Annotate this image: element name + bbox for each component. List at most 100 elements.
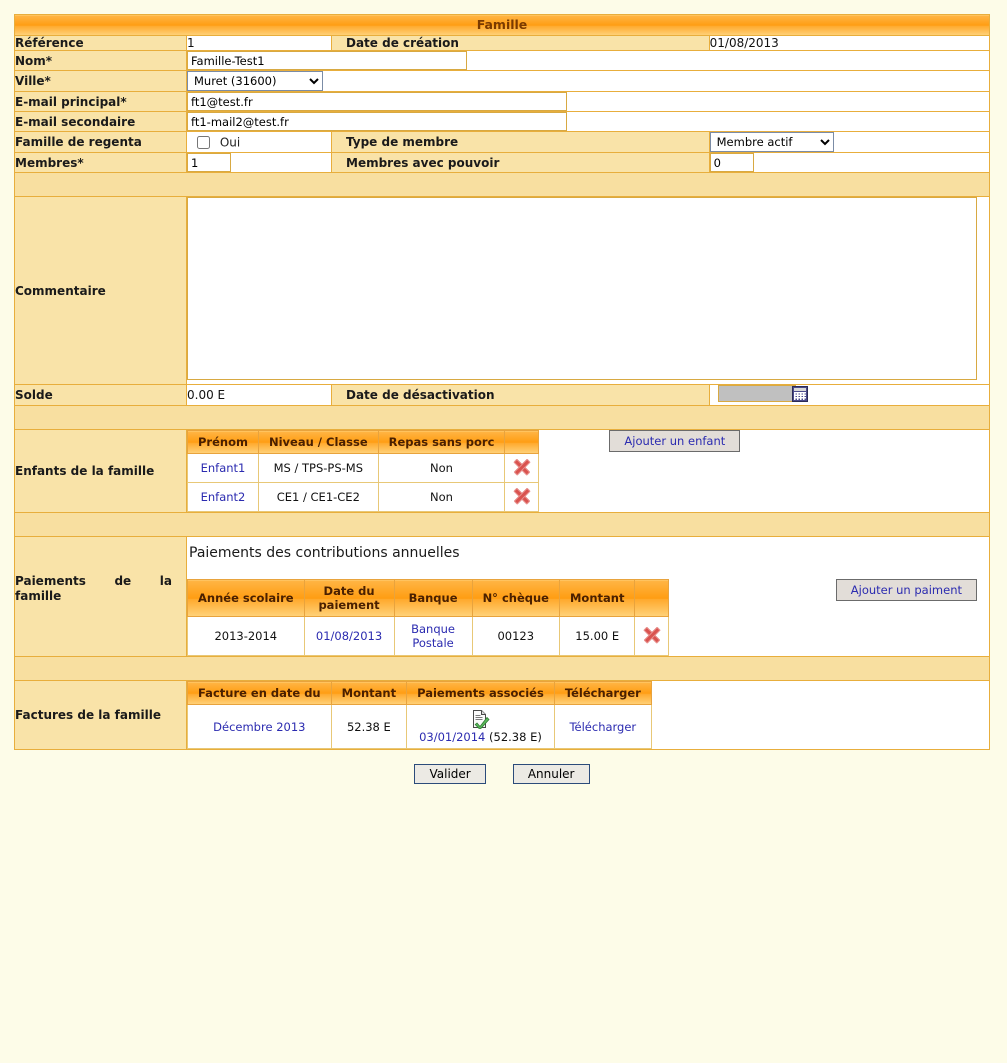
- factures-header-row: Facture en date du Montant Paiements ass…: [188, 682, 652, 705]
- enfants-header-row: Prénom Niveau / Classe Repas sans porc: [188, 431, 539, 454]
- cell-enfants: Prénom Niveau / Classe Repas sans porc E…: [187, 430, 990, 513]
- cell-type-membre: Membre actif: [709, 132, 989, 153]
- row-nom: Nom*: [15, 51, 990, 71]
- row-solde: Solde 0.00 E Date de désactivation: [15, 385, 990, 406]
- table-row: Enfant2 CE1 / CE1-CE2 Non: [188, 483, 539, 512]
- commentaire-textarea[interactable]: [187, 197, 977, 380]
- value-reference: 1: [187, 36, 332, 51]
- cell-montant: 15.00 E: [559, 617, 634, 656]
- cell-delete: [505, 454, 539, 483]
- col-enfant-actions: [505, 431, 539, 454]
- email-principal-input[interactable]: [187, 92, 567, 111]
- cell-facture-montant: 52.38 E: [331, 705, 406, 749]
- value-date-creation: 01/08/2013: [709, 36, 989, 51]
- value-solde: 0.00 E: [187, 385, 332, 406]
- label-email-principal: E-mail principal*: [15, 92, 187, 112]
- facture-link[interactable]: Décembre 2013: [213, 720, 305, 734]
- col-facture-date: Facture en date du: [188, 682, 332, 705]
- row-factures: Factures de la famille Facture en date d…: [15, 681, 990, 750]
- cell-ville: Muret (31600): [187, 71, 990, 92]
- cell-factures: Facture en date du Montant Paiements ass…: [187, 681, 990, 750]
- add-child-button[interactable]: Ajouter un enfant: [609, 430, 740, 452]
- label-reference: Référence: [15, 36, 187, 51]
- paiement-associe-link[interactable]: 03/01/2014: [419, 730, 485, 744]
- paiements-layout: Année scolaire Date du paiement Banque N…: [187, 579, 977, 656]
- delete-x-icon[interactable]: [513, 458, 530, 475]
- col-niveau-classe: Niveau / Classe: [258, 431, 378, 454]
- spacer-cell: [15, 406, 990, 430]
- type-membre-select[interactable]: Membre actif: [710, 132, 834, 152]
- banque-link[interactable]: Banque Postale: [411, 622, 455, 650]
- cell-email-secondaire: [187, 112, 990, 132]
- ville-select[interactable]: Muret (31600): [187, 71, 323, 91]
- row-ville: Ville* Muret (31600): [15, 71, 990, 92]
- col-paiements-associes: Paiements associés: [407, 682, 555, 705]
- add-payment-button[interactable]: Ajouter un paiment: [836, 579, 977, 601]
- row-email-principal: E-mail principal*: [15, 92, 990, 112]
- label-date-desactivation: Date de désactivation: [332, 385, 710, 406]
- spacer-cell: [15, 657, 990, 681]
- cell-niveau: CE1 / CE1-CE2: [258, 483, 378, 512]
- cell-membres: [187, 153, 332, 173]
- cell-date-desactivation: [709, 385, 989, 406]
- document-check-icon: [470, 709, 490, 729]
- famille-regenta-checkbox-label: Oui: [220, 135, 240, 149]
- cell-famille-regenta: Oui: [187, 132, 332, 153]
- famille-regenta-checkbox[interactable]: [197, 136, 210, 149]
- label-solde: Solde: [15, 385, 187, 406]
- enfant-link[interactable]: Enfant2: [201, 490, 246, 504]
- date-desactivation-wrap: [710, 385, 808, 402]
- calendar-icon[interactable]: [792, 386, 808, 402]
- cell-nom: [187, 51, 990, 71]
- telecharger-link[interactable]: Télécharger: [569, 720, 636, 734]
- row-enfants: Enfants de la famille Prénom Niveau / Cl…: [15, 430, 990, 513]
- date-desactivation-input: [718, 385, 796, 402]
- cell-membres-pouvoir: [709, 153, 989, 173]
- paiements-section-title: Paiements des contributions annuelles: [187, 537, 989, 579]
- col-facture-montant: Montant: [331, 682, 406, 705]
- row-paiements: Paiements de la famille Paiements des co…: [15, 537, 990, 657]
- delete-x-icon[interactable]: [513, 487, 530, 504]
- spacer-row-2: [15, 406, 990, 430]
- cell-email-principal: [187, 92, 990, 112]
- label-membres: Membres*: [15, 153, 187, 173]
- label-commentaire: Commentaire: [15, 197, 187, 385]
- enfants-actions: Ajouter un enfant: [539, 430, 740, 452]
- label-paiements: Paiements de la famille: [15, 537, 187, 657]
- col-paiement-actions: [635, 580, 669, 617]
- col-date-paiement: Date du paiement: [304, 580, 394, 617]
- table-row: 2013-2014 01/08/2013 Banque Postale 0012…: [188, 617, 669, 656]
- family-form-table: Famille Référence 1 Date de création 01/…: [14, 14, 990, 750]
- label-nom: Nom*: [15, 51, 187, 71]
- paiement-date-link[interactable]: 01/08/2013: [316, 629, 382, 643]
- title-row: Famille: [15, 15, 990, 36]
- cell-banque: Banque Postale: [394, 617, 472, 656]
- spacer-row-1: [15, 173, 990, 197]
- cell-telecharger: Télécharger: [554, 705, 651, 749]
- cell-cheque: 00123: [472, 617, 559, 656]
- label-date-creation: Date de création: [332, 36, 710, 51]
- col-montant: Montant: [559, 580, 634, 617]
- page-title: Famille: [15, 15, 990, 36]
- factures-table: Facture en date du Montant Paiements ass…: [187, 681, 652, 749]
- family-form-page: Famille Référence 1 Date de création 01/…: [0, 0, 1007, 1063]
- email-secondaire-input[interactable]: [187, 112, 567, 131]
- cell-delete: [505, 483, 539, 512]
- label-factures: Factures de la famille: [15, 681, 187, 750]
- row-reference: Référence 1 Date de création 01/08/2013: [15, 36, 990, 51]
- col-banque: Banque: [394, 580, 472, 617]
- membres-pouvoir-input[interactable]: [710, 153, 754, 172]
- nom-input[interactable]: [187, 51, 467, 70]
- paiements-header-row: Année scolaire Date du paiement Banque N…: [188, 580, 669, 617]
- enfants-layout: Prénom Niveau / Classe Repas sans porc E…: [187, 430, 989, 512]
- paiements-table: Année scolaire Date du paiement Banque N…: [187, 579, 669, 656]
- enfant-link[interactable]: Enfant1: [201, 461, 246, 475]
- cell-repas: Non: [378, 483, 505, 512]
- membres-input[interactable]: [187, 153, 231, 172]
- validate-button[interactable]: Valider: [414, 764, 485, 784]
- paiement-associe-montant: (52.38 E): [489, 730, 542, 744]
- label-famille-regenta: Famille de regenta: [15, 132, 187, 153]
- cancel-button[interactable]: Annuler: [513, 764, 590, 784]
- form-actions: Valider Annuler: [14, 750, 990, 784]
- delete-x-icon[interactable]: [643, 626, 660, 643]
